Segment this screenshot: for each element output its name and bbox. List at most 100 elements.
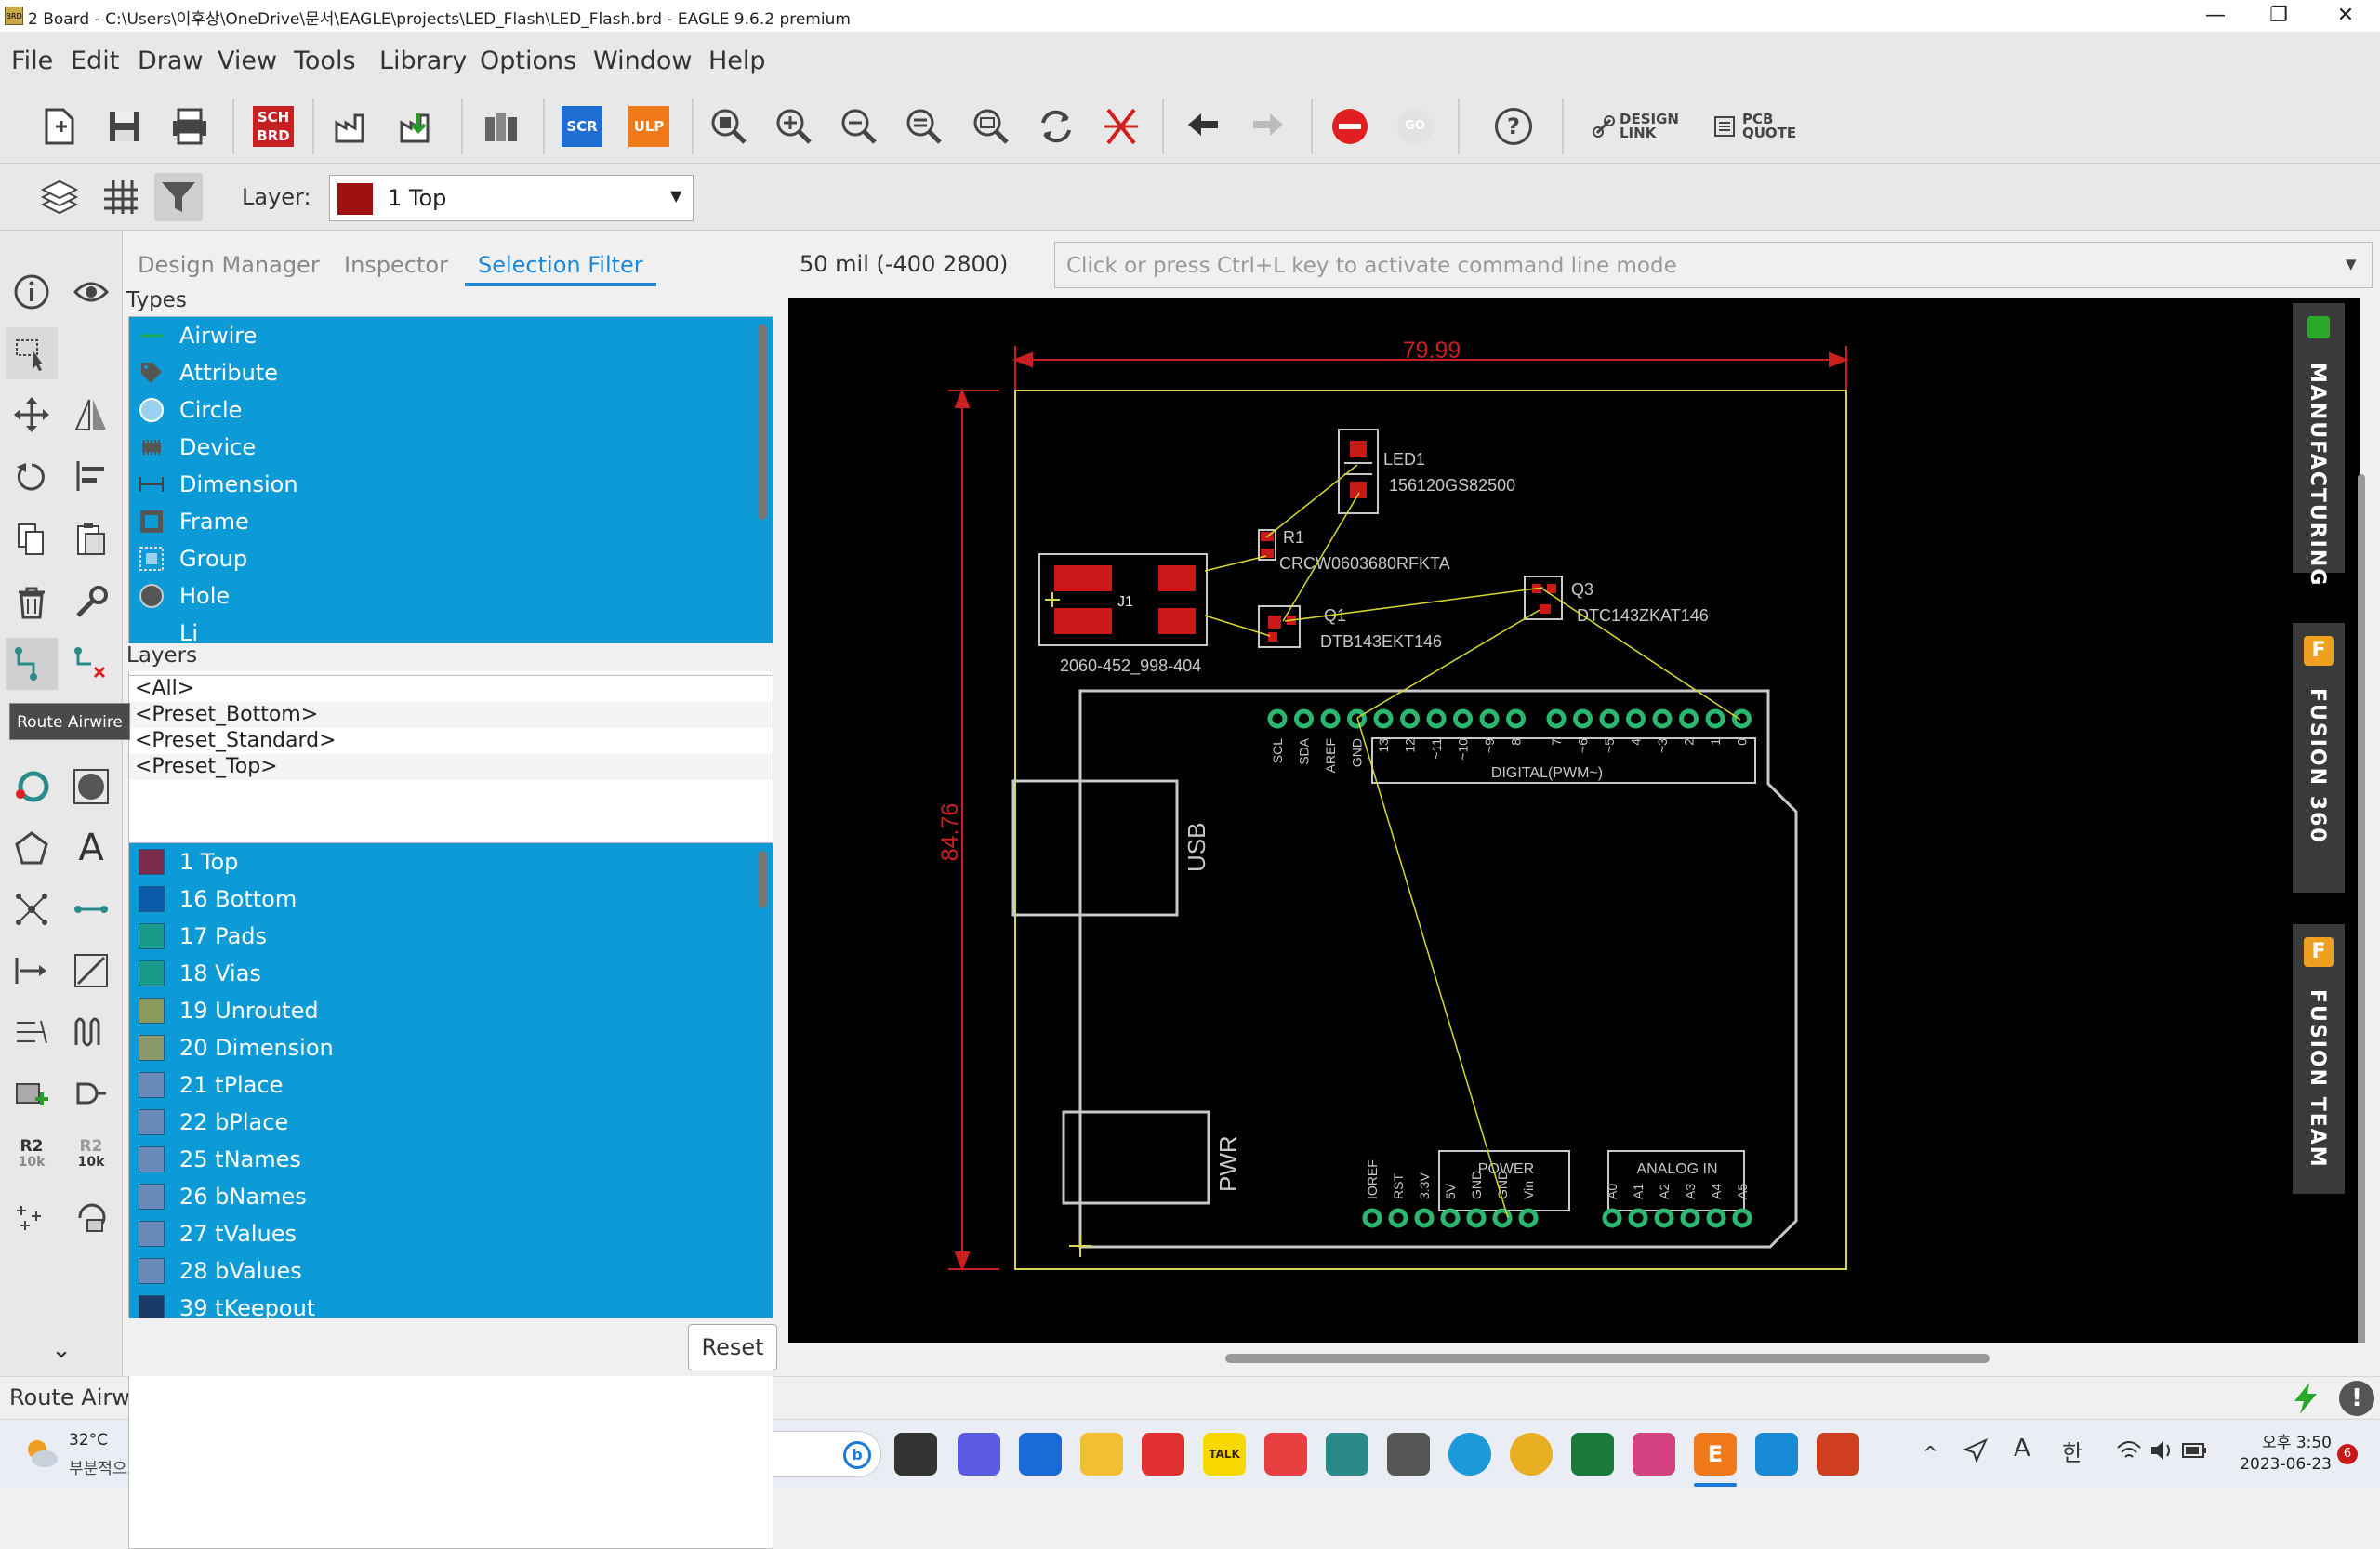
- change-wrench-icon[interactable]: [65, 576, 117, 629]
- paste-icon[interactable]: [65, 513, 117, 565]
- type-hole[interactable]: Hole: [129, 577, 773, 615]
- grid-icon[interactable]: [97, 173, 145, 221]
- menu-file[interactable]: File: [11, 46, 53, 75]
- camera-icon[interactable]: [1387, 1433, 1430, 1476]
- info-icon[interactable]: [6, 266, 58, 318]
- menu-tools[interactable]: Tools: [294, 46, 356, 75]
- help-icon[interactable]: ?: [1489, 102, 1538, 151]
- location-icon[interactable]: [1963, 1437, 1989, 1466]
- zoom-fit-icon[interactable]: [705, 102, 753, 151]
- board-canvas[interactable]: 79.99 84.76 USB PWR DIGITAL(PWM~) POWER …: [788, 298, 2360, 1343]
- preset-standard[interactable]: <Preset_Standard>: [129, 728, 773, 754]
- type-frame[interactable]: Frame: [129, 503, 773, 540]
- filter-icon[interactable]: [154, 173, 203, 221]
- tab-design-manager[interactable]: Design Manager: [125, 244, 333, 286]
- menu-edit[interactable]: Edit: [71, 46, 119, 75]
- value-button[interactable]: R2 10k: [65, 1129, 117, 1181]
- print-icon[interactable]: [165, 102, 214, 151]
- route-airwire-icon[interactable]: [6, 638, 58, 690]
- undo-icon[interactable]: [1179, 102, 1227, 151]
- zoom-in-icon[interactable]: [770, 102, 818, 151]
- design-link-button[interactable]: DESIGN LINK: [1592, 108, 1703, 145]
- wire-icon[interactable]: [65, 883, 117, 935]
- battery-icon[interactable]: [2181, 1438, 2209, 1466]
- layers-icon[interactable]: [35, 173, 84, 221]
- volume-icon[interactable]: [2149, 1438, 2175, 1466]
- layer-row[interactable]: 25 tNames: [129, 1141, 773, 1178]
- text-icon[interactable]: A: [65, 822, 117, 874]
- task-view-icon[interactable]: [894, 1433, 937, 1476]
- redo-icon[interactable]: [1244, 102, 1292, 151]
- preset-bottom[interactable]: <Preset_Bottom>: [129, 702, 773, 728]
- refresh-icon[interactable]: [1032, 102, 1080, 151]
- wifi-icon[interactable]: [2116, 1438, 2142, 1466]
- zoom-redraw-icon[interactable]: [900, 102, 948, 151]
- maximize-button[interactable]: ❐: [2248, 0, 2309, 32]
- menu-draw[interactable]: Draw: [138, 46, 204, 75]
- kakaotalk-icon[interactable]: TALK: [1203, 1433, 1246, 1476]
- weather-icon[interactable]: [22, 1435, 60, 1476]
- tray-expand-icon[interactable]: ^: [1923, 1442, 1938, 1464]
- sch-brd-switch-button[interactable]: SCH BRD: [249, 102, 298, 151]
- add-part-icon[interactable]: [6, 1067, 58, 1119]
- ime-mode-icon[interactable]: A: [2014, 1435, 2030, 1463]
- show-eye-icon[interactable]: [65, 266, 117, 318]
- type-airwire[interactable]: Airwire: [129, 317, 773, 354]
- type-device[interactable]: Device: [129, 429, 773, 466]
- polygon-icon[interactable]: [6, 822, 58, 874]
- smash-icon[interactable]: [6, 1190, 58, 1242]
- meander-icon[interactable]: [6, 1006, 58, 1058]
- hole-icon[interactable]: [65, 761, 117, 813]
- cam-icon[interactable]: [329, 102, 377, 151]
- app-icon-blue[interactable]: [1755, 1433, 1798, 1476]
- zoom-out-icon[interactable]: [835, 102, 883, 151]
- mail-icon[interactable]: [1019, 1433, 1062, 1476]
- menu-library[interactable]: Library: [379, 46, 467, 75]
- tab-selection-filter[interactable]: Selection Filter: [465, 244, 656, 286]
- line-icon[interactable]: [65, 945, 117, 997]
- move-icon[interactable]: [6, 389, 58, 441]
- snipping-tool-icon[interactable]: [1633, 1433, 1675, 1476]
- edge-icon[interactable]: [1448, 1433, 1491, 1476]
- layer-row[interactable]: 1 Top: [129, 843, 773, 880]
- mirror-icon[interactable]: [65, 389, 117, 441]
- layer-row[interactable]: 21 tPlace: [129, 1066, 773, 1104]
- optimize-icon[interactable]: [65, 1190, 117, 1242]
- close-button[interactable]: ✕: [2315, 0, 2376, 32]
- sync-app-icon[interactable]: [1264, 1433, 1307, 1476]
- script-button[interactable]: SCR: [558, 102, 606, 151]
- preset-all[interactable]: <All>: [129, 676, 773, 702]
- delete-icon[interactable]: [6, 576, 58, 629]
- new-file-icon[interactable]: [35, 102, 84, 151]
- types-scrollbar[interactable]: [758, 324, 767, 520]
- expand-chevron-icon[interactable]: ⌄: [35, 1324, 87, 1376]
- pdf-app-icon[interactable]: [1142, 1433, 1184, 1476]
- replace-icon[interactable]: [65, 1067, 117, 1119]
- fusion360-tab[interactable]: F FUSION 360: [2293, 623, 2345, 893]
- history-dropdown-icon[interactable]: ▼: [2346, 256, 2357, 272]
- type-circle[interactable]: Circle: [129, 391, 773, 429]
- layer-row[interactable]: 28 bValues: [129, 1252, 773, 1290]
- layer-row[interactable]: 16 Bottom: [129, 880, 773, 918]
- menu-window[interactable]: Window: [593, 46, 692, 75]
- reset-button[interactable]: Reset: [688, 1324, 777, 1370]
- menu-options[interactable]: Options: [480, 46, 576, 75]
- chrome-icon[interactable]: [1510, 1433, 1553, 1476]
- alert-icon[interactable]: !: [2339, 1381, 2374, 1416]
- clock-date[interactable]: 2023-06-23: [2228, 1455, 2332, 1474]
- layer-row[interactable]: 17 Pads: [129, 918, 773, 955]
- rotate-icon[interactable]: [6, 450, 58, 502]
- zoom-select-icon[interactable]: [967, 102, 1015, 151]
- powerpoint-icon[interactable]: [1817, 1433, 1859, 1476]
- command-line-input[interactable]: Click or press Ctrl+L key to activate co…: [1054, 242, 2373, 288]
- manufacturing-export-icon[interactable]: [394, 102, 443, 151]
- layer-row[interactable]: 20 Dimension: [129, 1029, 773, 1066]
- wave-icon[interactable]: [65, 1006, 117, 1058]
- group-select-icon[interactable]: [6, 327, 58, 379]
- minimize-button[interactable]: —: [2185, 0, 2246, 32]
- ripup-icon[interactable]: [65, 638, 117, 690]
- canvas-hscrollbar[interactable]: [1225, 1354, 1990, 1363]
- go-button[interactable]: GO: [1391, 102, 1439, 151]
- layer-row[interactable]: 19 Unrouted: [129, 992, 773, 1029]
- type-attribute[interactable]: Attribute: [129, 354, 773, 391]
